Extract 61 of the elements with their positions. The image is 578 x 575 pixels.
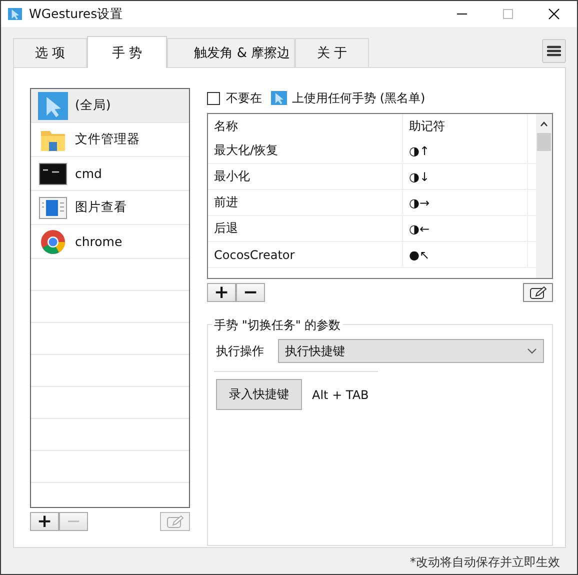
app-list-item[interactable]: (全局) xyxy=(31,89,189,123)
action-label: 执行操作 xyxy=(216,342,264,360)
footer-note: *改动将自动保存并立即生效 xyxy=(410,554,560,571)
cursor-icon xyxy=(37,90,69,122)
table-cell: ◑→ xyxy=(403,190,528,215)
app-list-item[interactable]: cmd xyxy=(31,157,189,191)
table-cell: 后退 xyxy=(208,216,403,241)
hotkey-label: Alt + TAB xyxy=(312,388,369,402)
browser-icon xyxy=(40,228,66,254)
column-header: 助记符 xyxy=(403,114,528,138)
image-viewer-icon xyxy=(39,196,67,218)
scroll-up-icon xyxy=(539,120,549,128)
table-cell: ◑← xyxy=(403,216,528,241)
edit-icon xyxy=(529,286,547,300)
menu-button[interactable] xyxy=(542,39,566,63)
maximize-icon xyxy=(502,8,514,20)
app-list-item[interactable]: 图片查看 xyxy=(31,191,189,225)
app-name: chrome xyxy=(75,234,122,249)
app-list-item[interactable]: 文件管理器 xyxy=(31,123,189,157)
app-name: 图片查看 xyxy=(75,199,127,216)
app-cursor-icon xyxy=(7,6,23,22)
table-cell: CocosCreator xyxy=(208,242,403,267)
table-cell: 前进 xyxy=(208,190,403,215)
app-list-item[interactable]: chrome xyxy=(31,225,189,259)
table-cell: 最小化 xyxy=(208,164,403,189)
add-button[interactable]: + xyxy=(30,512,59,531)
table-row[interactable]: 最小化 ◑↓ xyxy=(208,164,536,190)
remove-button[interactable]: − xyxy=(236,283,265,302)
action-dropdown[interactable]: 执行快捷键 xyxy=(278,339,544,363)
checkbox[interactable] xyxy=(207,92,220,104)
table-cell: ●↖ xyxy=(403,242,528,267)
app-name: (全局) xyxy=(75,97,111,114)
tab[interactable]: 关 于 xyxy=(295,38,369,67)
table-cell: ◑↓ xyxy=(403,164,528,189)
column-header: 名称 xyxy=(208,114,403,138)
table-row[interactable]: 前进 ◑→ xyxy=(208,190,536,216)
app-name: 文件管理器 xyxy=(75,131,140,148)
app-name: cmd xyxy=(75,166,102,181)
chevron-down-icon xyxy=(527,348,537,354)
table-cell: ◑↑ xyxy=(403,138,528,163)
group-title: 手势 "切换任务" 的参数 xyxy=(212,317,343,334)
tab[interactable]: 手 势 xyxy=(87,36,167,68)
table-row[interactable]: CocosCreator ●↖ xyxy=(208,242,536,268)
cursor-icon xyxy=(270,89,288,107)
window-title: WGestures设置 xyxy=(29,6,124,22)
blacklist-label: 不要在 xyxy=(226,90,262,106)
scrollbar[interactable] xyxy=(536,114,552,278)
close-icon xyxy=(548,8,560,20)
edit-icon xyxy=(166,514,184,528)
scrollbar-thumb[interactable] xyxy=(537,133,551,151)
table-cell: 最大化/恢复 xyxy=(208,138,403,163)
menu-icon xyxy=(547,45,561,57)
tab[interactable]: 触发角 & 摩擦边 xyxy=(167,38,295,67)
tab[interactable]: 选 项 xyxy=(13,38,87,67)
blacklist-label: 上使用任何手势 (黑名单) xyxy=(292,90,426,106)
console-icon xyxy=(39,162,67,184)
add-button[interactable]: + xyxy=(207,283,236,302)
edit-button[interactable] xyxy=(523,283,553,302)
table-row[interactable]: 最大化/恢复 ◑↑ xyxy=(208,138,536,164)
record-hotkey-button[interactable]: 录入快捷键 xyxy=(216,379,302,410)
table-row[interactable]: 后退 ◑← xyxy=(208,216,536,242)
